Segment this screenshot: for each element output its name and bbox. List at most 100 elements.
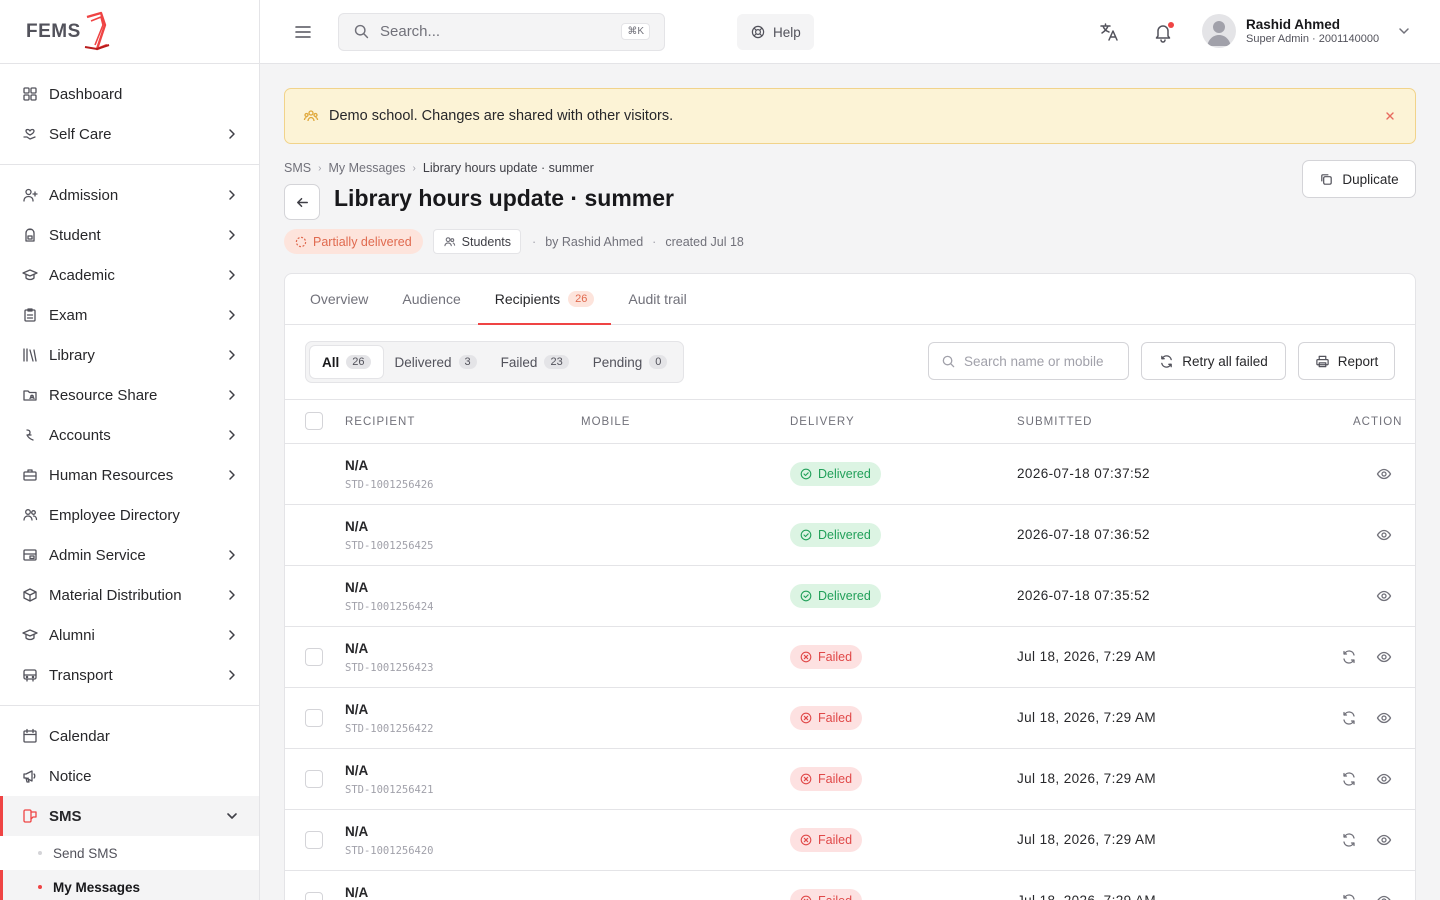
sidebar-item-library[interactable]: Library — [0, 335, 259, 375]
recipients-table-body: N/A STD-1001256426 Delivered 2026-07-18 07:… — [285, 444, 1415, 900]
retry-icon[interactable] — [1341, 893, 1357, 900]
row-checkbox[interactable] — [305, 770, 323, 788]
sidebar-item-exam[interactable]: Exam — [0, 295, 259, 335]
close-icon[interactable] — [1383, 109, 1397, 123]
eye-icon[interactable] — [1376, 649, 1392, 665]
breadcrumb-sms[interactable]: SMS — [284, 161, 311, 175]
message-phone-icon — [23, 809, 37, 823]
chevron-right-icon — [229, 430, 235, 440]
tab-bar: Overview Audience Recipients 26 Audit trail — [285, 274, 1415, 325]
tab-label: Audit trail — [628, 291, 687, 307]
eye-icon[interactable] — [1376, 710, 1392, 726]
global-search[interactable]: ⌘K — [338, 12, 665, 51]
eye-icon[interactable] — [1376, 771, 1392, 787]
chevron-right-icon — [229, 630, 235, 640]
sidebar-item-human-resources[interactable]: Human Resources — [0, 455, 259, 495]
row-checkbox[interactable] — [305, 648, 323, 666]
sidebar-item-accounts[interactable]: Accounts — [0, 415, 259, 455]
retry-icon[interactable] — [1341, 832, 1357, 848]
row-checkbox[interactable] — [305, 892, 323, 900]
eye-icon[interactable] — [1376, 588, 1392, 604]
tab-count-badge: 26 — [568, 291, 595, 307]
sidebar-item-material-distribution[interactable]: Material Distribution — [0, 575, 259, 615]
sidebar-item-employee-directory[interactable]: Employee Directory — [0, 495, 259, 535]
retry-icon[interactable] — [1341, 771, 1357, 787]
user-plus-icon — [23, 188, 38, 202]
sidebar-item-label: Human Resources — [49, 466, 174, 484]
sidebar-subitem-my-messages[interactable]: My Messages — [0, 870, 259, 900]
breadcrumb-my-messages[interactable]: My Messages — [328, 161, 405, 175]
recipients-toolbar: All 26 Delivered 3 Failed 23 Pending 0 Retry al… — [285, 325, 1415, 399]
logo[interactable]: FEMS — [0, 0, 259, 64]
chevron-down-icon — [1399, 28, 1409, 35]
breadcrumb-separator: › — [318, 162, 322, 174]
row-checkbox[interactable] — [305, 709, 323, 727]
folder-share-icon — [23, 390, 37, 401]
global-search-input[interactable] — [380, 23, 622, 40]
sidebar-item-notice[interactable]: Notice — [0, 756, 259, 796]
delivery-status-label: Delivered — [818, 528, 871, 542]
demo-banner: Demo school. Changes are shared with oth… — [284, 88, 1416, 144]
sidebar-item-dashboard[interactable]: Dashboard — [0, 74, 259, 114]
delivery-status-badge: Failed — [790, 645, 863, 669]
select-all-checkbox[interactable] — [305, 412, 323, 430]
filter-failed[interactable]: Failed 23 — [489, 346, 581, 378]
sidebar-item-transport[interactable]: Transport — [0, 655, 259, 695]
eye-icon[interactable] — [1376, 527, 1392, 543]
tab-recipients[interactable]: Recipients 26 — [477, 274, 612, 325]
hand-heart-icon — [23, 128, 36, 140]
tab-audience[interactable]: Audience — [385, 274, 477, 324]
submitted-time: 2026-07-18 07:37:52 — [1017, 466, 1150, 481]
translate-icon[interactable] — [1098, 21, 1120, 43]
retry-icon[interactable] — [1341, 710, 1357, 726]
eye-icon[interactable] — [1376, 832, 1392, 848]
briefcase-icon — [23, 469, 37, 481]
sidebar-subitem-label: My Messages — [53, 879, 141, 895]
notification-dot — [1168, 22, 1174, 28]
back-button[interactable] — [284, 184, 320, 220]
sidebar-subitem-send-sms[interactable]: Send SMS — [0, 836, 259, 870]
bullet-dot — [38, 851, 42, 855]
filter-delivered[interactable]: Delivered 3 — [383, 346, 489, 378]
row-checkbox[interactable] — [305, 831, 323, 849]
tab-audit-trail[interactable]: Audit trail — [611, 274, 703, 324]
graduation-cap-icon — [22, 269, 38, 281]
lifebuoy-icon — [751, 25, 765, 39]
filter-count: 0 — [649, 355, 668, 369]
delivery-status-label: Failed — [818, 894, 852, 900]
filter-all[interactable]: All 26 — [310, 346, 383, 378]
users-icon — [23, 509, 38, 521]
hamburger-menu-icon[interactable] — [293, 22, 313, 42]
sidebar-item-label: Accounts — [49, 426, 111, 444]
recipient-name: N/A — [345, 641, 369, 656]
eye-icon[interactable] — [1376, 893, 1392, 900]
chevron-right-icon — [229, 310, 235, 320]
check-circle-icon — [800, 468, 812, 480]
sidebar-item-admin-service[interactable]: Admin Service — [0, 535, 259, 575]
sidebar-item-alumni[interactable]: Alumni — [0, 615, 259, 655]
sidebar-item-student[interactable]: Student — [0, 215, 259, 255]
user-menu[interactable]: Rashid Ahmed Super Admin · 2001140000 — [1202, 14, 1411, 48]
check-circle-icon — [800, 529, 812, 541]
help-button[interactable]: Help — [737, 14, 814, 50]
recipient-search[interactable] — [928, 342, 1129, 380]
tab-overview[interactable]: Overview — [293, 274, 385, 324]
sidebar-item-admission[interactable]: Admission — [0, 175, 259, 215]
retry-all-failed-button[interactable]: Retry all failed — [1141, 342, 1286, 380]
server-icon — [23, 549, 37, 561]
eye-icon[interactable] — [1376, 466, 1392, 482]
retry-icon[interactable] — [1341, 649, 1357, 665]
recipient-search-input[interactable] — [964, 353, 1116, 369]
sidebar-item-calendar[interactable]: Calendar — [0, 716, 259, 756]
filter-count: 3 — [458, 355, 477, 369]
sidebar-item-academic[interactable]: Academic — [0, 255, 259, 295]
submitted-time: Jul 18, 2026, 7:29 AM — [1017, 649, 1156, 664]
sidebar-item-resource-share[interactable]: Resource Share — [0, 375, 259, 415]
sidebar-item-self-care[interactable]: Self Care — [0, 114, 259, 154]
table-row: N/ASTD-1001256419FailedJul 18, 2026, 7:2… — [285, 871, 1415, 900]
duplicate-button[interactable]: Duplicate — [1302, 160, 1416, 198]
sidebar-item-sms[interactable]: SMS — [0, 796, 259, 836]
report-button[interactable]: Report — [1298, 342, 1395, 380]
filter-pending[interactable]: Pending 0 — [581, 346, 680, 378]
printer-icon — [1316, 355, 1329, 367]
